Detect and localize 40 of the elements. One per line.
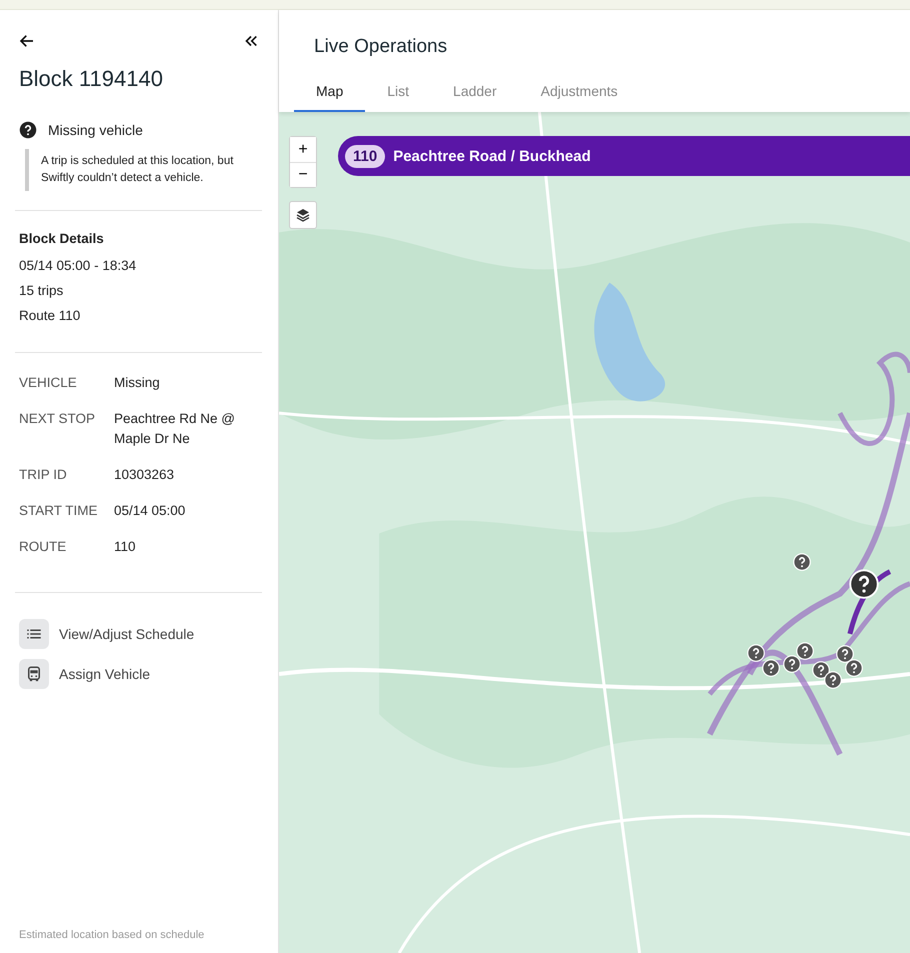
vehicle-marker-icon[interactable] xyxy=(747,644,765,662)
detail-line: 05/14 05:00 - 18:34 xyxy=(19,258,138,273)
field-value: 10303263 xyxy=(114,466,176,484)
field-label: NEXT STOP xyxy=(19,410,96,428)
layers-icon xyxy=(295,207,311,223)
field-label: TRIP ID xyxy=(19,466,68,484)
block-title: Block 1194140 xyxy=(19,66,164,92)
vehicle-marker-icon[interactable] xyxy=(783,655,801,673)
route-name: Peachtree Road / Buckhead xyxy=(393,148,591,164)
status-description: A trip is scheduled at this location, but Swiftly couldn’t detect a vehicle. xyxy=(25,149,262,191)
field-label: START TIME xyxy=(19,502,99,520)
tab[interactable]: Adjustments xyxy=(518,75,640,112)
status-label: Missing vehicle xyxy=(48,122,143,138)
zoom-out-button[interactable]: − xyxy=(290,162,316,187)
action-link[interactable]: View/Adjust Schedule xyxy=(19,619,262,649)
vehicle-marker-icon[interactable] xyxy=(793,553,811,571)
field-label: ROUTE xyxy=(19,538,68,556)
detail-line: 15 trips xyxy=(19,283,64,298)
field-value: 05/14 05:00 xyxy=(114,502,186,520)
vehicle-marker-icon[interactable] xyxy=(762,659,780,677)
vehicle-marker-icon[interactable] xyxy=(824,671,842,689)
field-label: VEHICLE xyxy=(19,374,78,392)
field-value: Peachtree Rd Ne @ Maple Dr Ne xyxy=(114,410,236,448)
vehicle-marker-icon[interactable] xyxy=(845,659,863,677)
layers-button[interactable] xyxy=(289,201,317,229)
footnote: Estimated location based on schedule xyxy=(19,929,206,941)
action-link[interactable]: Assign Vehicle xyxy=(19,659,262,689)
tab[interactable]: List xyxy=(365,75,432,112)
field-value: 110 xyxy=(114,538,137,556)
route-number: 110 xyxy=(345,144,386,168)
detail-line: Route 110 xyxy=(19,308,82,323)
bus-icon xyxy=(25,665,43,683)
section-heading: Block Details xyxy=(19,231,105,246)
vehicle-marker-icon[interactable] xyxy=(796,642,814,660)
tab[interactable]: Ladder xyxy=(431,75,519,112)
question-circle-icon xyxy=(19,121,37,139)
vehicle-marker-icon[interactable] xyxy=(849,569,879,599)
page-title: Live Operations xyxy=(314,36,448,58)
vehicle-marker-icon[interactable] xyxy=(836,645,854,663)
field-value: Missing xyxy=(114,374,161,392)
